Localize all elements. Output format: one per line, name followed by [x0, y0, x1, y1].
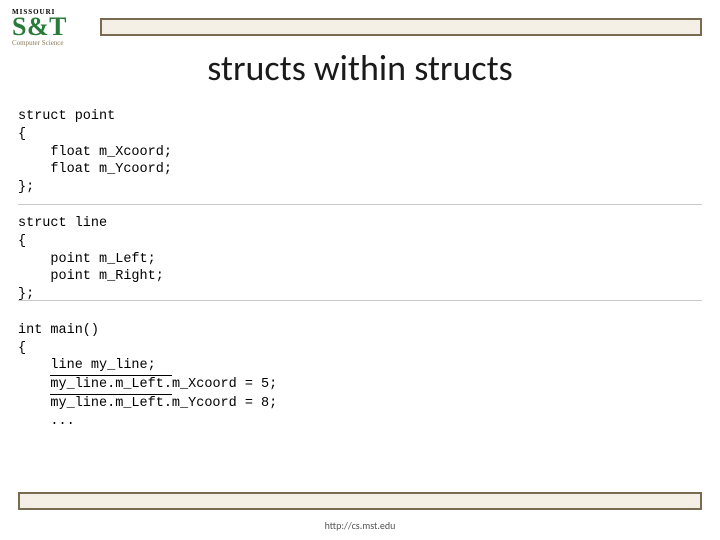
code-highlight-box: my_line.m_Left.	[50, 375, 172, 395]
code-line: {	[18, 341, 26, 356]
code-line: point m_Left;	[18, 252, 156, 267]
footer-url: http://cs.mst.edu	[0, 519, 720, 532]
logo-st-text: S&T	[12, 17, 92, 37]
code-line: int main()	[18, 323, 99, 338]
code-line: ...	[18, 414, 75, 429]
code-line: struct point	[18, 109, 115, 124]
code-line: struct line	[18, 216, 107, 231]
code-content: struct point { float m_Xcoord; float m_Y…	[18, 108, 277, 431]
header-decorative-bar	[100, 18, 702, 36]
code-line: {	[18, 234, 26, 249]
section-divider	[18, 300, 702, 301]
footer-decorative-bar	[18, 492, 702, 510]
code-line: m_Xcoord = 5;	[172, 377, 277, 392]
code-line: line my_line;	[18, 358, 156, 373]
code-line: };	[18, 180, 34, 195]
university-logo: MISSOURI S&T Computer Science	[12, 8, 92, 47]
code-line: point m_Right;	[18, 269, 164, 284]
code-line	[18, 377, 50, 392]
code-line: float m_Ycoord;	[18, 162, 172, 177]
code-line: float m_Xcoord;	[18, 145, 172, 160]
section-divider	[18, 204, 702, 205]
slide-title: structs within structs	[0, 46, 720, 90]
code-line: {	[18, 127, 26, 142]
code-line: my_line.m_Left.m_Ycoord = 8;	[18, 396, 277, 411]
